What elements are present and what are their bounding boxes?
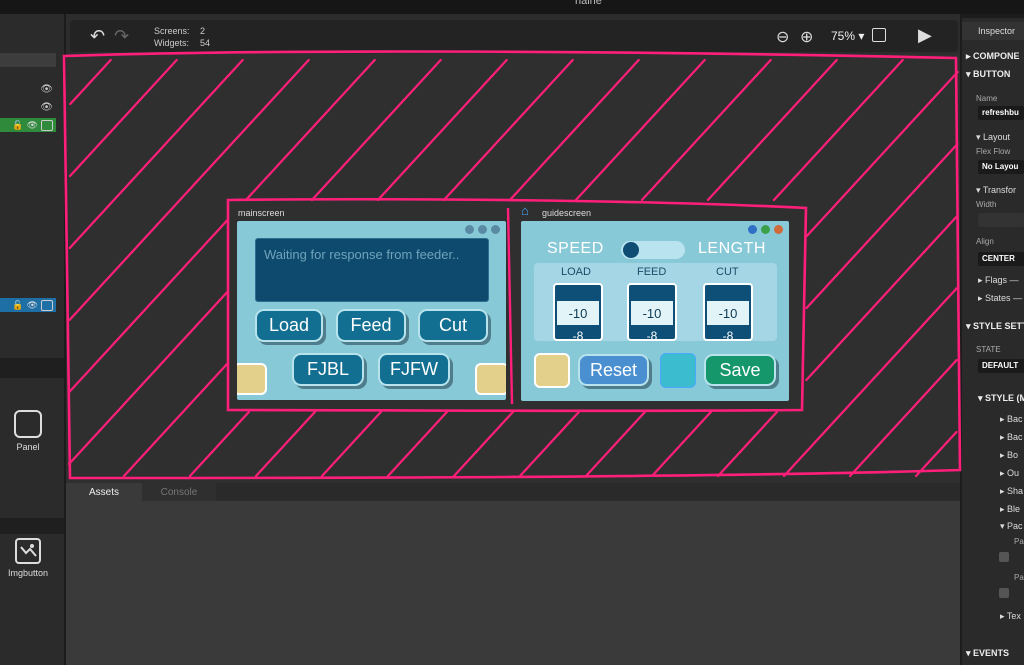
annotation-hatch-line	[68, 58, 178, 178]
annotation-hatch-line	[782, 286, 959, 478]
annotation-hatch-line	[69, 58, 112, 106]
annotation-hatch-line	[848, 358, 958, 478]
annotation-hatch-line	[706, 58, 838, 202]
annotation-hatch-line	[452, 410, 515, 478]
annotation-hatch-line	[68, 58, 310, 322]
annotation-hatch-line	[244, 58, 376, 202]
annotation-hatch-line	[68, 58, 244, 250]
annotation-hatch-line	[320, 410, 382, 478]
annotation-hatch-line	[508, 58, 640, 202]
annotation-hatch-line	[805, 70, 959, 238]
annotation-hatch-line	[122, 362, 229, 478]
annotation-hatch-line	[442, 58, 574, 202]
annotation-hatch-line	[716, 410, 779, 478]
annotation-scribble	[62, 50, 962, 480]
annotation-hatch-line	[518, 410, 581, 478]
annotation-hatch-line	[67, 290, 229, 466]
annotation-hatch-line	[386, 410, 448, 478]
annotation-hatch-line	[574, 58, 706, 202]
annotation-hatch-line	[310, 58, 442, 202]
annotation-hatch-line	[640, 58, 772, 202]
annotation-hatch-line	[772, 58, 904, 202]
annotation-hatch-line	[805, 214, 959, 382]
annotation-hatch-line	[805, 142, 959, 310]
annotation-hatch-line	[650, 410, 713, 478]
annotation-hatch-line	[376, 58, 508, 202]
annotation-hatch-line	[254, 410, 316, 478]
annotation-divider	[506, 207, 514, 405]
annotation-hatch-line	[584, 410, 647, 478]
annotation-inner-border	[226, 197, 808, 413]
annotation-hatch-line	[68, 218, 229, 394]
annotation-hatch-line	[188, 410, 250, 478]
